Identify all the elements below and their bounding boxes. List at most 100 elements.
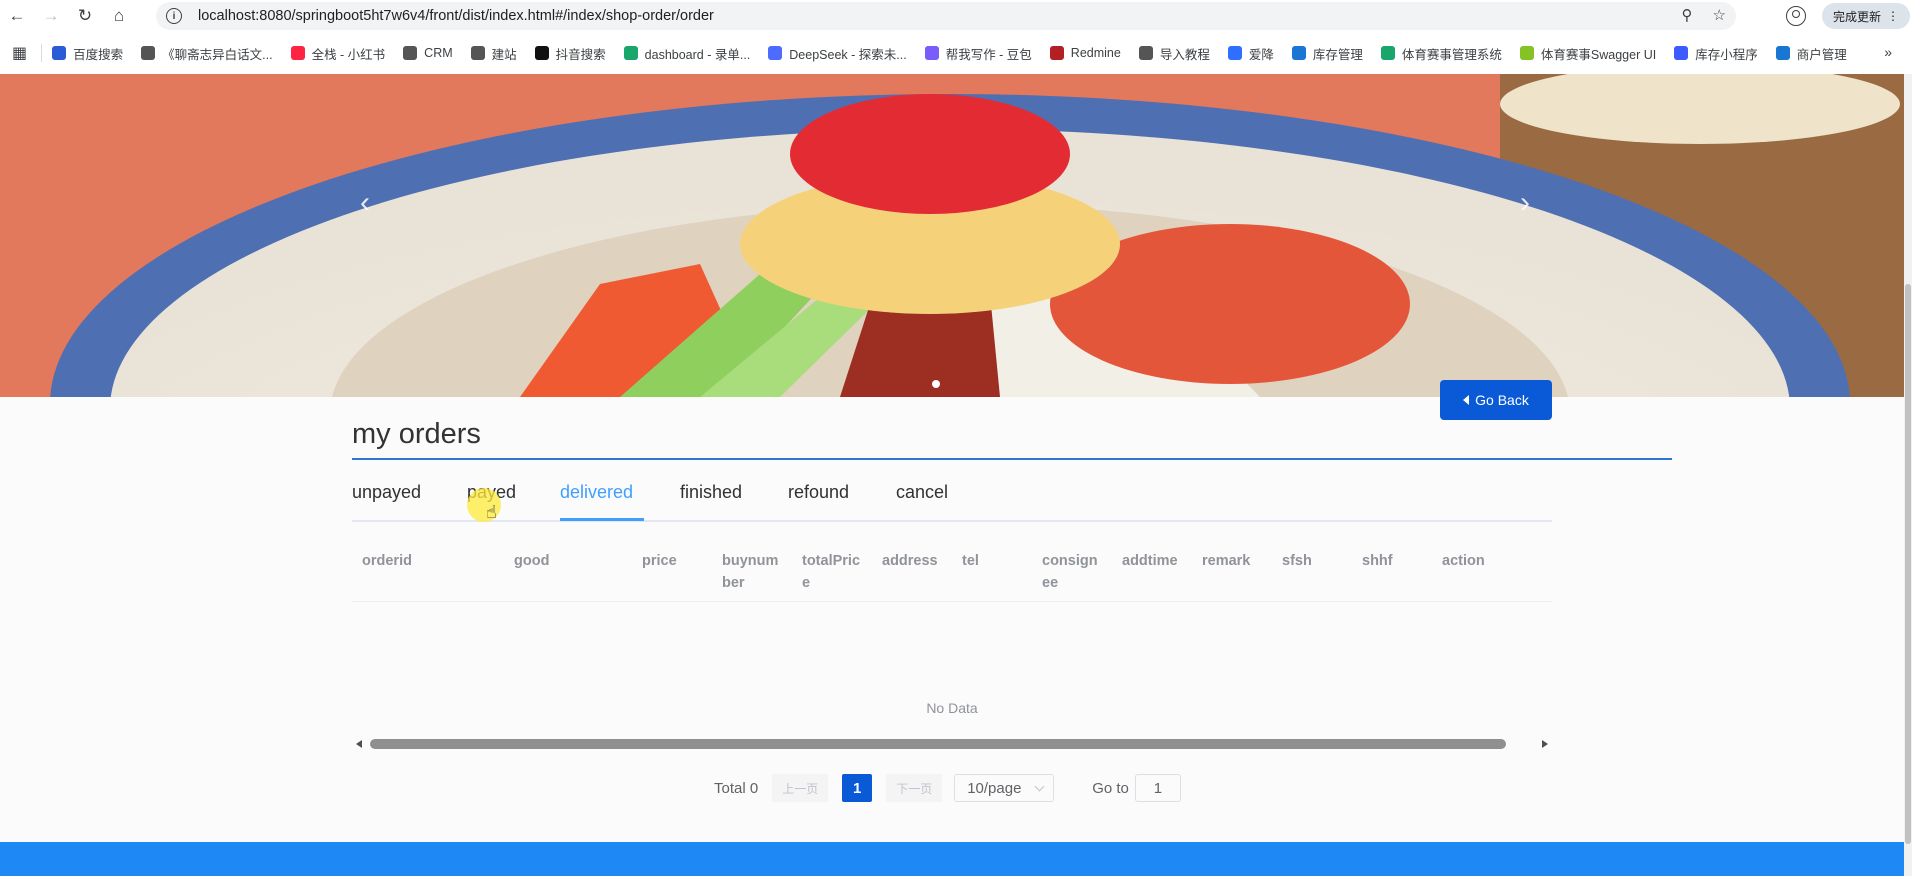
- table-horizontal-scrollbar[interactable]: [352, 737, 1552, 751]
- table-empty-text: No Data: [926, 700, 978, 716]
- bookmark-favicon-icon: [1138, 46, 1153, 60]
- col-action: action: [1442, 553, 1485, 569]
- go-back-button[interactable]: Go Back: [1440, 380, 1552, 420]
- bookmark-item[interactable]: Redmine: [1049, 46, 1121, 60]
- order-status-tabs: unpayed payed delivered finished refound…: [352, 482, 1552, 520]
- page-vertical-scrollbar[interactable]: [1904, 74, 1912, 876]
- prev-page-button[interactable]: 上一页: [772, 774, 829, 802]
- back-arrow-icon[interactable]: ←: [0, 0, 34, 32]
- tabs-divider: [352, 520, 1552, 522]
- carousel-prev-icon[interactable]: ‹: [360, 186, 370, 220]
- bookmark-item[interactable]: 库存小程序: [1674, 44, 1758, 63]
- scrollbar-thumb[interactable]: [370, 739, 1506, 749]
- page-size-value: 10/page: [967, 779, 1022, 797]
- page-number-current[interactable]: 1: [842, 774, 873, 802]
- bookmark-star-icon[interactable]: ☆: [1713, 6, 1726, 24]
- page-viewport: ‹ › Go Back my orders unpayed payed deli…: [0, 74, 1912, 876]
- col-buynumber: buynumber: [722, 553, 779, 591]
- bookmarks-divider: [41, 44, 43, 62]
- bookmark-label: 百度搜索: [73, 47, 124, 62]
- food-banner-carousel[interactable]: ‹ ›: [0, 74, 1904, 397]
- bookmark-item[interactable]: 体育赛事管理系统: [1380, 44, 1502, 63]
- profile-icon[interactable]: [1786, 6, 1806, 26]
- bookmark-label: 库存小程序: [1695, 47, 1758, 62]
- url-text[interactable]: localhost:8080/springboot5ht7w6v4/front/…: [198, 8, 714, 24]
- next-page-button[interactable]: 下一页: [886, 774, 943, 802]
- bookmark-label: dashboard - 录单...: [644, 47, 751, 62]
- col-address: address: [882, 553, 938, 569]
- bookmark-favicon-icon: [470, 46, 485, 60]
- col-tel: tel: [962, 553, 979, 569]
- bookmark-label: Redmine: [1070, 46, 1121, 60]
- chevron-down-icon: [1034, 781, 1045, 792]
- tab-unpayed[interactable]: unpayed: [352, 482, 421, 503]
- apps-grid-icon[interactable]: ▦: [12, 43, 27, 63]
- bookmark-favicon-icon: [403, 46, 418, 60]
- bookmark-favicon-icon: [768, 46, 783, 60]
- bookmark-label: 爱降: [1248, 47, 1274, 62]
- page-size-select[interactable]: 10/page: [954, 774, 1055, 802]
- bookmark-item[interactable]: 抖音搜索: [534, 44, 606, 63]
- forward-arrow-icon[interactable]: →: [34, 0, 68, 32]
- goto-page-input[interactable]: 1: [1134, 774, 1181, 802]
- bookmark-label: 全栈 - 小红书: [311, 47, 386, 62]
- bookmark-item[interactable]: 商户管理: [1775, 44, 1847, 63]
- bookmark-favicon-icon: [1674, 46, 1689, 60]
- scroll-right-icon[interactable]: [1542, 740, 1548, 748]
- password-key-icon[interactable]: ⚲: [1682, 6, 1693, 24]
- bookmark-label: CRM: [424, 46, 453, 60]
- bookmark-favicon-icon: [1519, 46, 1534, 60]
- address-bar[interactable]: i localhost:8080/springboot5ht7w6v4/fron…: [156, 2, 1736, 30]
- bookmark-item[interactable]: 体育赛事Swagger UI: [1519, 44, 1656, 63]
- update-button[interactable]: 完成更新 ⋮: [1822, 3, 1910, 29]
- bookmark-list: 百度搜索 《聊斋志异白话文... 全栈 - 小红书 CRM 建站 抖音搜索 dashboar…: [52, 44, 1865, 63]
- browser-toolbar: ← → ↻ ⌂ i localhost:8080/springboot5ht7w…: [0, 0, 1912, 32]
- tab-finished[interactable]: finished: [680, 482, 742, 503]
- bookmark-item[interactable]: 库存管理: [1291, 44, 1363, 63]
- more-bookmarks-icon[interactable]: »: [1884, 44, 1892, 60]
- active-tab-indicator: [560, 518, 644, 521]
- bookmark-item[interactable]: CRM: [403, 46, 453, 60]
- caret-left-icon: [1463, 395, 1470, 405]
- col-sfsh: sfsh: [1282, 553, 1312, 569]
- tab-delivered[interactable]: delivered: [560, 482, 633, 503]
- reload-icon[interactable]: ↻: [68, 0, 102, 32]
- title-divider: [352, 458, 1672, 460]
- bookmark-item[interactable]: 帮我写作 - 豆包: [924, 44, 1032, 63]
- banner-image: [0, 74, 1904, 397]
- scroll-left-icon[interactable]: [356, 740, 362, 748]
- tab-cancel[interactable]: cancel: [896, 482, 948, 503]
- pagination: Total 0 上一页 1 下一页 10/page Go to 1: [714, 774, 1181, 802]
- carousel-indicator-dot[interactable]: [932, 380, 940, 388]
- page-scrollbar-thumb[interactable]: [1905, 284, 1911, 844]
- kebab-menu-icon: ⋮: [1887, 9, 1899, 23]
- orders-table: orderid good price buynumber totalPrice …: [352, 540, 1552, 602]
- bookmark-favicon-icon: [52, 46, 67, 60]
- carousel-next-icon[interactable]: ›: [1520, 186, 1530, 220]
- col-consignee: consignee: [1042, 553, 1098, 591]
- bookmark-item[interactable]: dashboard - 录单...: [623, 44, 751, 63]
- bookmark-favicon-icon: [290, 46, 305, 60]
- go-back-label: Go Back: [1475, 392, 1529, 408]
- bookmark-item[interactable]: 导入教程: [1138, 44, 1210, 63]
- bookmark-item[interactable]: 《聊斋志异白话文...: [141, 44, 273, 63]
- bookmark-item[interactable]: 百度搜索: [52, 44, 123, 63]
- bookmark-label: 库存管理: [1312, 47, 1363, 62]
- home-icon[interactable]: ⌂: [102, 0, 136, 32]
- bookmark-item[interactable]: 建站: [470, 44, 517, 63]
- bookmark-favicon-icon: [1049, 46, 1064, 60]
- col-addtime: addtime: [1122, 553, 1178, 569]
- bookmark-item[interactable]: DeepSeek - 探索未...: [768, 44, 907, 63]
- col-price: price: [642, 553, 677, 569]
- bookmark-label: 建站: [491, 47, 517, 62]
- bookmark-label: 体育赛事管理系统: [1401, 47, 1502, 62]
- bookmark-favicon-icon: [141, 46, 156, 60]
- bookmark-item[interactable]: 全栈 - 小红书: [290, 44, 386, 63]
- bookmark-label: 商户管理: [1796, 47, 1847, 62]
- tab-refound[interactable]: refound: [788, 482, 849, 503]
- site-info-icon[interactable]: i: [166, 8, 182, 24]
- bookmark-item[interactable]: 爱降: [1227, 44, 1274, 63]
- col-shhf: shhf: [1362, 553, 1393, 569]
- bookmark-favicon-icon: [1291, 46, 1306, 60]
- bookmark-favicon-icon: [924, 46, 939, 60]
